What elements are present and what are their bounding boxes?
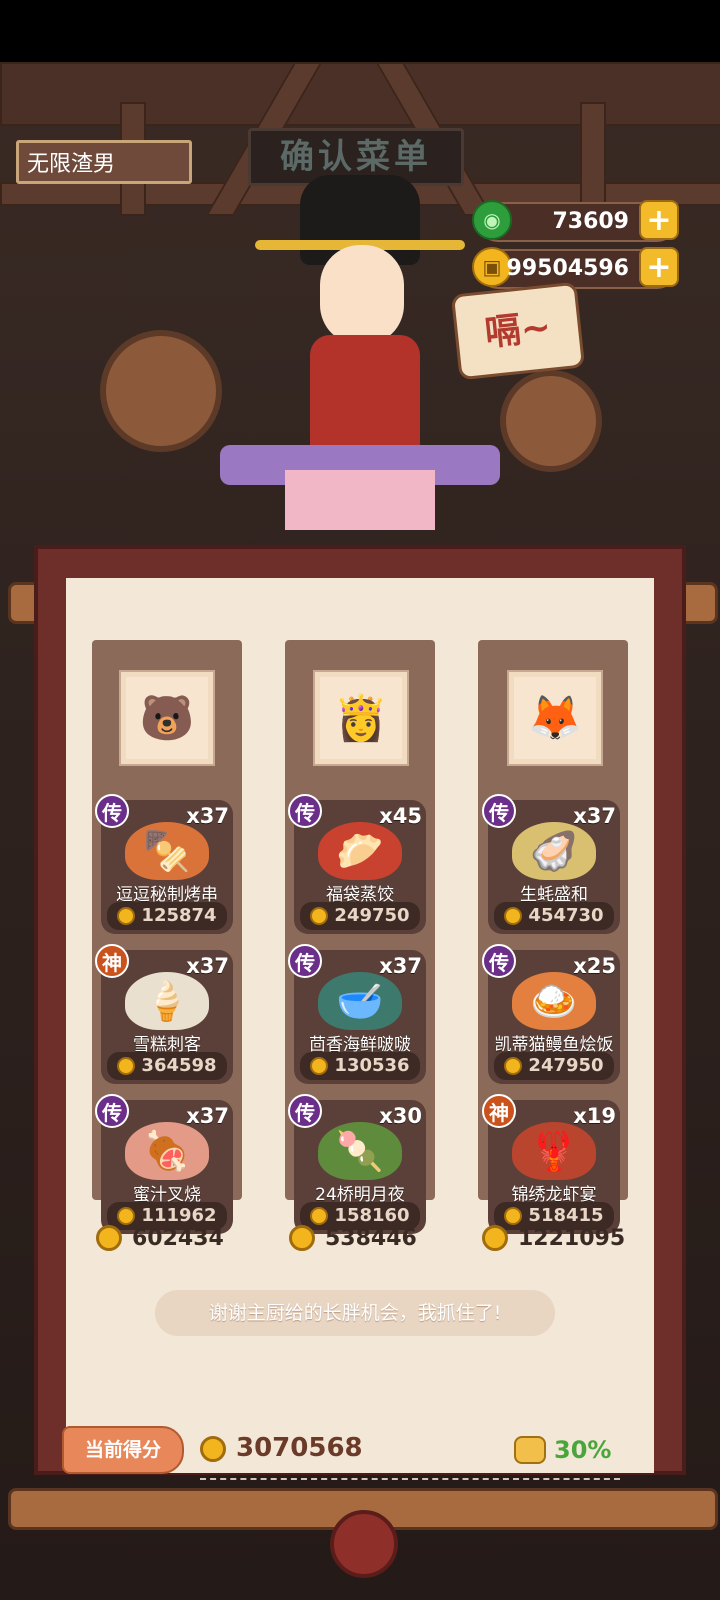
roof-post-right [580,102,606,216]
dish-card[interactable]: 传 x37 🍢 逗逗秘制烤串 125874 [95,794,233,934]
jade-counter: ◉ 73609 + [472,200,679,242]
coin-icon [96,1225,122,1251]
princess-chef-avatar[interactable]: 👸 [315,672,407,764]
coin-icon [200,1436,226,1462]
seafood-bowl-icon: 🥣 [318,972,402,1030]
roof-beam [0,62,720,126]
rank-badge: 传 [95,794,129,828]
speech-bubble: 嗝~ [450,281,586,381]
coin-counter: ▣ 99504596 + [472,247,679,289]
coin-icon [504,1207,523,1225]
dish-qty: x37 [186,804,229,828]
dish-price: 364598 [107,1052,227,1080]
current-score-label: 当前得分 [62,1426,184,1474]
coin-icon [117,907,136,925]
coin-amount: 99504596 [506,256,629,281]
rank-badge: 神 [95,944,129,978]
divider [200,1478,620,1480]
dish-qty: x37 [573,804,616,828]
knot-ornament-icon [330,1510,398,1578]
judge-face [320,245,404,345]
column-total: 602434 [96,1225,224,1251]
dish-qty: x19 [573,1104,616,1128]
rank-badge: 传 [482,794,516,828]
player-name: 无限渣男 [16,140,192,184]
column-total: 1221095 [482,1225,625,1251]
rank-badge: 传 [482,944,516,978]
dish-card[interactable]: 神 x19 🦞 锦绣龙虾宴 518415 [482,1094,620,1234]
dumpling-dish-icon: 🥟 [318,822,402,880]
dish-card[interactable]: 神 x37 🍦 雪糕刺客 364598 [95,944,233,1084]
coin-icon [117,1207,136,1225]
dish-qty: x37 [186,954,229,978]
moon-dish-icon: 🍡 [318,1122,402,1180]
dish-qty: x45 [379,804,422,828]
rank-badge: 传 [288,944,322,978]
dish-price: 454730 [494,902,614,930]
dish-card[interactable]: 传 x45 🥟 福袋蒸饺 249750 [288,794,426,934]
eel-rice-dish-icon: 🍛 [512,972,596,1030]
rank-badge: 传 [288,794,322,828]
judge-body [310,335,420,455]
jade-amount: 73609 [552,209,629,234]
coin-icon [310,907,329,925]
dish-qty: x37 [379,954,422,978]
coin-icon [504,1057,523,1075]
dish-price: 125874 [107,902,227,930]
dish-card[interactable]: 传 x30 🍡 24桥明月夜 158160 [288,1094,426,1234]
column-total: 538446 [289,1225,417,1251]
coin-icon [504,907,523,925]
current-score: 3070568 [200,1428,363,1468]
skewer-dish-icon: 🍢 [125,822,209,880]
rank-badge: 神 [482,1094,516,1128]
add-jade-button[interactable]: + [639,200,679,240]
jade-icon: ◉ [472,200,512,240]
dish-price: 130536 [300,1052,420,1080]
bonus-percent: 30% [514,1430,611,1470]
table-cloth [285,470,435,530]
ice-cream-dish-icon: 🍦 [125,972,209,1030]
dish-qty: x37 [186,1104,229,1128]
fox-chef-avatar[interactable]: 🦊 [509,672,601,764]
lobster-feast-icon: 🦞 [512,1122,596,1180]
bear-chef-avatar[interactable]: 🐻 [121,672,213,764]
dish-price: 247950 [494,1052,614,1080]
fan-icon-right [500,370,602,472]
dish-card[interactable]: 传 x37 🥣 茴香海鲜啵啵 130536 [288,944,426,1084]
chef-message: 谢谢主厨给的长胖机会，我抓住了! [155,1290,555,1336]
treasure-bag-icon [514,1436,546,1464]
dish-card[interactable]: 传 x37 🍖 蜜汁叉烧 111962 [95,1094,233,1234]
dish-qty: x25 [573,954,616,978]
fan-icon-left [100,330,222,452]
dish-card[interactable]: 传 x25 🍛 凯蒂猫鳗鱼烩饭 247950 [482,944,620,1084]
oyster-dish-icon: 🦪 [512,822,596,880]
rank-badge: 传 [288,1094,322,1128]
char-siu-dish-icon: 🍖 [125,1122,209,1180]
coin-icon [310,1207,329,1225]
rank-badge: 传 [95,1094,129,1128]
coin-icon [482,1225,508,1251]
dish-card[interactable]: 传 x37 🦪 生蚝盛和 454730 [482,794,620,934]
coin-icon [310,1057,329,1075]
dish-price: 249750 [300,902,420,930]
coin-icon [289,1225,315,1251]
coin-icon [117,1057,136,1075]
dish-qty: x30 [379,1104,422,1128]
add-coin-button[interactable]: + [639,247,679,287]
